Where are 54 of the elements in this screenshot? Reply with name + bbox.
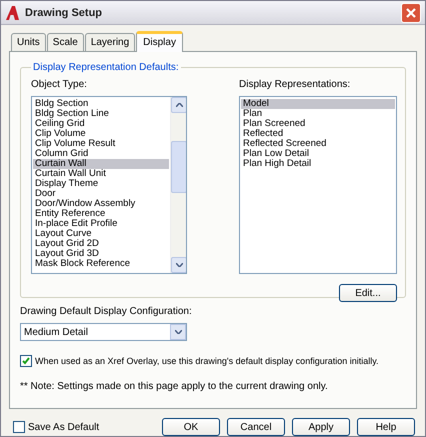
list-item[interactable]: Curtain Wall [33, 159, 169, 169]
list-item[interactable]: Display Theme [33, 179, 169, 189]
list-item[interactable]: Bldg Section [33, 99, 169, 109]
list-item[interactable]: Plan [241, 109, 395, 119]
list-item[interactable]: Column Grid [33, 149, 169, 159]
list-label: Object Type: [31, 78, 88, 92]
dialog-button[interactable]: Cancel [227, 418, 285, 436]
list-box[interactable]: Model Plan Plan Screened Reflected Reflected Screened Plan Low Detail Plan High Detail [239, 96, 397, 274]
dialog-button[interactable]: OK [162, 418, 220, 436]
scrollbar[interactable] [170, 97, 186, 273]
list-item[interactable]: Clip Volume [33, 129, 169, 139]
checkbox[interactable] [20, 355, 32, 367]
list-item[interactable]: Clip Volume Result [33, 139, 169, 149]
list-item[interactable]: Curtain Wall Unit [33, 169, 169, 179]
list-item[interactable]: Model [241, 99, 395, 109]
list-item[interactable]: Entity Reference [33, 209, 169, 219]
field-label: Drawing Default Display Configuration: [20, 305, 193, 319]
dialog-button[interactable]: Help [357, 418, 415, 436]
list-item[interactable]: Bldg Section Line [33, 109, 169, 119]
list-item[interactable]: Ceiling Grid [33, 119, 169, 129]
close-icon [406, 8, 416, 18]
list-item[interactable]: Plan Low Detail [241, 149, 395, 159]
list-item[interactable]: Plan Screened [241, 119, 395, 129]
close-button[interactable] [401, 2, 421, 22]
list-item[interactable]: Door/Window Assembly [33, 199, 169, 209]
dropdown-caret-icon [174, 330, 182, 334]
checkbox[interactable] [13, 421, 25, 433]
checkmark-icon [22, 357, 30, 365]
tab[interactable]: Layering [84, 33, 136, 52]
list-item[interactable]: In-place Edit Profile [33, 219, 169, 229]
checkbox-label: When used as an Xref Overlay, use this drawing's default display configuration initially. [35, 356, 379, 366]
list-item[interactable]: Layout Curve [33, 229, 169, 239]
note-text: ** Note: Settings made on this page apply to the current drawing only. [20, 381, 329, 392]
list-item[interactable]: Reflected Screened [241, 139, 395, 149]
list-item[interactable]: Door [33, 189, 169, 199]
list-label: Display Representations: [239, 78, 352, 92]
configuration-dropdown[interactable]: Medium Detail [20, 323, 187, 341]
window-title: Drawing Setup [25, 6, 104, 18]
list-item[interactable]: Reflected [241, 129, 395, 139]
scroll-down-icon [176, 263, 182, 267]
edit-button[interactable]: Edit... [339, 284, 397, 302]
list-item[interactable]: Plan High Detail [241, 159, 395, 169]
tab[interactable]: Scale [46, 33, 84, 52]
tab[interactable]: Display [136, 31, 183, 52]
tab[interactable]: Units [11, 33, 46, 52]
list-item[interactable]: Mask Block Reference [33, 259, 169, 269]
list-box[interactable] [31, 96, 187, 274]
group-title: Display Representation Defaults: [32, 62, 180, 73]
list-item[interactable]: Layout Grid 2D [33, 239, 169, 249]
dialog-button[interactable]: Apply [292, 418, 350, 436]
list-item[interactable]: Layout Grid 3D [33, 249, 169, 259]
scroll-up-icon [176, 103, 182, 107]
checkbox-label: Save As Default [28, 422, 100, 432]
app-logo-icon [5, 4, 21, 20]
